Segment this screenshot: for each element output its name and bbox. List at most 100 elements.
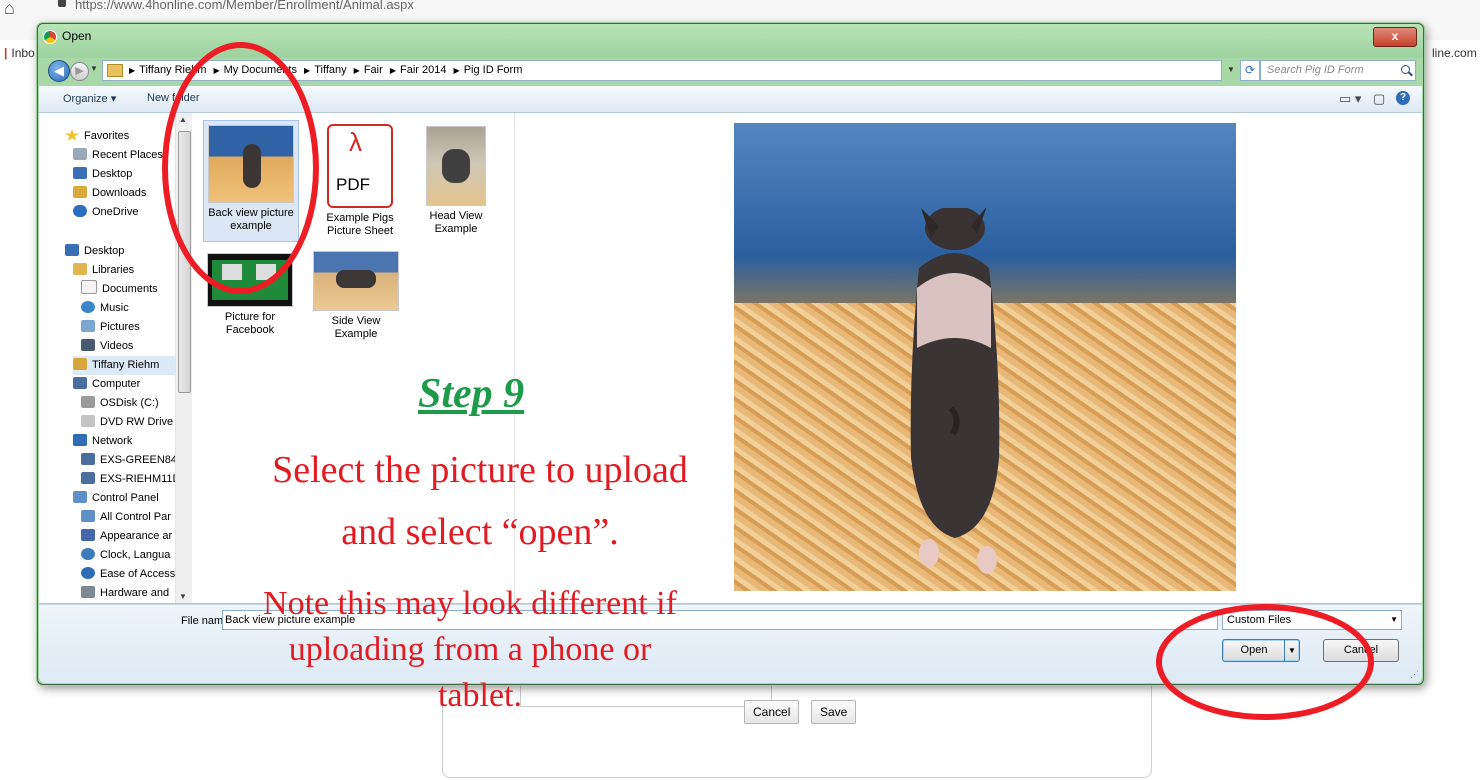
- annotation-line1: Select the picture to upload: [272, 449, 688, 491]
- desktop-icon: [65, 244, 79, 256]
- nav-label: Libraries: [92, 264, 135, 276]
- organize-button[interactable]: Organize ▾: [63, 92, 116, 105]
- annotation-note1: Note this may look different if: [263, 585, 677, 622]
- music-icon: [81, 301, 95, 313]
- file-name-line1: Example Pigs: [326, 212, 394, 224]
- annotation-line2: and select “open”.: [341, 511, 619, 553]
- nav-all-control[interactable]: All Control Par: [81, 508, 171, 527]
- breadcrumb-item[interactable]: Fair 2014: [400, 64, 446, 76]
- nav-label: DVD RW Drive: [100, 416, 174, 428]
- nav-network[interactable]: Network: [73, 432, 132, 451]
- nav-osdisk[interactable]: OSDisk (C:): [81, 394, 159, 413]
- desktop-icon: [73, 167, 87, 179]
- nav-appearance[interactable]: Appearance ar: [81, 527, 172, 546]
- chrome-icon: [43, 30, 57, 44]
- bookmark-right[interactable]: line.com: [1432, 46, 1477, 60]
- file-name-line2: Example: [334, 328, 378, 340]
- nav-exs-green[interactable]: EXS-GREEN84D: [81, 451, 175, 470]
- background-save-button[interactable]: Save: [811, 700, 857, 724]
- nav-pictures[interactable]: Pictures: [81, 318, 140, 337]
- dvd-drive-icon: [81, 415, 95, 427]
- clock-icon: [81, 548, 95, 560]
- nav-dvd[interactable]: DVD RW Drive: [81, 413, 173, 432]
- view-options-icon[interactable]: ▭ ▾: [1339, 91, 1361, 107]
- recent-places-icon: [73, 148, 87, 160]
- pdf-label: PDF: [336, 175, 370, 194]
- nav-computer[interactable]: Computer: [73, 375, 140, 394]
- file-thumbnail: [426, 126, 486, 206]
- nav-label: Clock, Langua: [100, 549, 171, 561]
- history-dropdown-icon[interactable]: ▼: [90, 64, 98, 73]
- nav-music[interactable]: Music: [81, 299, 129, 318]
- pdf-icon: λ PDF: [327, 124, 393, 208]
- breadcrumb-item[interactable]: Tiffany: [314, 64, 346, 76]
- nav-downloads[interactable]: Downloads: [73, 184, 146, 203]
- pictures-icon: [81, 320, 95, 332]
- file-name-line2: Facebook: [225, 324, 275, 336]
- annotation-circle-file: [162, 42, 319, 294]
- nav-label: Computer: [92, 378, 141, 390]
- network-icon: [73, 434, 87, 446]
- nav-label: Recent Places: [92, 149, 163, 161]
- nav-libraries[interactable]: Libraries: [73, 261, 134, 280]
- address-dropdown-icon[interactable]: ▼: [1224, 60, 1238, 79]
- nav-recent-places[interactable]: Recent Places: [73, 146, 163, 165]
- forward-button[interactable]: ▶: [70, 62, 89, 81]
- star-icon: [65, 129, 79, 141]
- file-side-view[interactable]: Side View Example: [309, 249, 403, 341]
- user-folder-icon: [73, 358, 87, 370]
- search-placeholder: Search Pig ID Form: [1267, 64, 1364, 76]
- appearance-icon: [81, 529, 95, 541]
- nav-ease[interactable]: Ease of Access: [81, 565, 175, 584]
- nav-documents[interactable]: Documents: [81, 280, 158, 299]
- preview-pane-icon[interactable]: ▢: [1373, 91, 1385, 107]
- nav-onedrive[interactable]: OneDrive: [73, 203, 138, 222]
- file-thumbnail: [313, 251, 399, 311]
- scroll-down-icon[interactable]: ▼: [179, 592, 187, 601]
- lock-icon: [58, 0, 66, 7]
- pig-silhouette: [910, 208, 1000, 574]
- dialog-title: Open: [62, 29, 92, 43]
- breadcrumb-item[interactable]: Pig ID Form: [464, 64, 523, 76]
- refresh-icon[interactable]: ⟳: [1240, 60, 1260, 81]
- nav-label: Hardware and: [100, 587, 170, 599]
- url-text[interactable]: https://www.4honline.com/Member/Enrollme…: [75, 0, 414, 12]
- breadcrumb-item[interactable]: Fair: [364, 64, 383, 76]
- nav-label: All Control Par: [100, 511, 171, 523]
- nav-videos[interactable]: Videos: [81, 337, 133, 356]
- nav-favorites[interactable]: Favorites: [65, 127, 129, 146]
- videos-icon: [81, 339, 95, 351]
- hardware-icon: [81, 586, 95, 598]
- close-button[interactable]: x: [1373, 27, 1417, 47]
- chevron-down-icon: ▼: [1390, 615, 1398, 624]
- control-panel-icon: [73, 491, 87, 503]
- nav-hardware[interactable]: Hardware and: [81, 584, 169, 603]
- help-icon[interactable]: ?: [1396, 91, 1410, 105]
- computer-icon: [81, 453, 95, 465]
- nav-label: Appearance ar: [100, 530, 173, 542]
- annotation-note3: tablet.: [437, 677, 523, 714]
- file-example-pigs[interactable]: λ PDF Example Pigs Picture Sheet: [313, 120, 407, 238]
- nav-clock[interactable]: Clock, Langua: [81, 546, 170, 565]
- search-icon[interactable]: [1401, 65, 1410, 74]
- libraries-icon: [73, 263, 87, 275]
- nav-label: Desktop: [92, 168, 133, 180]
- nav-label: Music: [100, 302, 129, 314]
- background-cancel-button[interactable]: Cancel: [744, 700, 800, 724]
- nav-desktop-fav[interactable]: Desktop: [73, 165, 132, 184]
- nav-label: Documents: [102, 283, 158, 295]
- nav-exs-riehm[interactable]: EXS-RIEHM11D: [81, 470, 175, 489]
- nav-desktop[interactable]: Desktop: [65, 242, 124, 261]
- nav-label: OneDrive: [92, 206, 139, 218]
- bookmark-inbox[interactable]: | Inbo: [4, 46, 35, 60]
- resize-grip-icon[interactable]: ⋰: [1410, 669, 1419, 680]
- back-button[interactable]: ◀: [48, 60, 70, 82]
- search-input[interactable]: Search Pig ID Form: [1260, 60, 1416, 81]
- nav-control-panel[interactable]: Control Panel: [73, 489, 159, 508]
- file-name-line1: Head View: [429, 210, 483, 222]
- file-head-view[interactable]: Head View Example: [409, 120, 503, 236]
- nav-label: Videos: [100, 340, 134, 352]
- nav-tiffany-riehm[interactable]: Tiffany Riehm: [73, 356, 175, 375]
- nav-label: EXS-RIEHM11D: [100, 473, 175, 485]
- home-icon[interactable]: ⌂: [4, 0, 15, 19]
